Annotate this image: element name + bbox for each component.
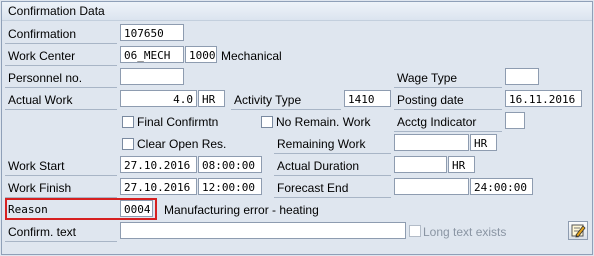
activity-type-label: Activity Type: [234, 93, 302, 107]
wage-type-field[interactable]: [505, 68, 539, 85]
work-finish-time-field[interactable]: 12:00:00: [198, 178, 262, 195]
work-center-description: Mechanical: [221, 49, 282, 63]
work-start-time-field[interactable]: 08:00:00: [198, 156, 262, 173]
clear-open-res-label: Clear Open Res.: [137, 137, 227, 151]
work-center-label: Work Center: [8, 49, 76, 63]
remaining-work-unit-field[interactable]: HR: [470, 134, 497, 151]
no-remain-work-label: No Remain. Work: [276, 115, 371, 129]
clear-open-res-checkbox[interactable]: [122, 138, 134, 150]
long-text-exists-checkbox: [409, 225, 421, 237]
work-center-field[interactable]: 06_MECH: [120, 46, 184, 63]
panel-title: Confirmation Data: [8, 4, 105, 18]
final-confirmation-label: Final Confirmtn: [137, 115, 219, 129]
confirmation-field: 107650: [120, 24, 184, 41]
reason-highlight-box: [5, 198, 157, 220]
remaining-work-field[interactable]: [394, 134, 469, 151]
actual-work-label: Actual Work: [8, 93, 73, 107]
acctg-indicator-label: Acctg Indicator: [397, 115, 477, 129]
work-start-label: Work Start: [8, 159, 65, 173]
forecast-end-label: Forecast End: [277, 181, 349, 195]
reason-description: Manufacturing error - heating: [164, 203, 319, 217]
actual-work-field[interactable]: 4.0: [120, 90, 197, 107]
plant-field[interactable]: 1000: [185, 46, 217, 63]
acctg-indicator-field[interactable]: [505, 112, 525, 129]
final-confirmation-checkbox[interactable]: [122, 116, 134, 128]
personnel-no-label: Personnel no.: [8, 71, 83, 85]
wage-type-label: Wage Type: [397, 71, 458, 85]
work-finish-date-field[interactable]: 27.10.2016: [120, 178, 197, 195]
actual-duration-unit-field[interactable]: HR: [448, 156, 475, 173]
long-text-exists-label: Long text exists: [423, 225, 507, 239]
forecast-end-time-field[interactable]: 24:00:00: [470, 178, 533, 195]
posting-date-field[interactable]: 16.11.2016: [505, 90, 582, 107]
forecast-end-date-field[interactable]: [394, 178, 469, 195]
work-start-date-field[interactable]: 27.10.2016: [120, 156, 197, 173]
confirmation-label: Confirmation: [8, 27, 77, 41]
confirm-text-label: Confirm. text: [8, 225, 77, 239]
actual-duration-field[interactable]: [394, 156, 447, 173]
personnel-no-field[interactable]: [120, 68, 184, 85]
posting-date-label: Posting date: [397, 93, 464, 107]
edit-long-text-button[interactable]: [568, 221, 588, 240]
confirmation-data-panel: Confirmation Data Confirmation 107650 Wo…: [1, 1, 593, 255]
remaining-work-label: Remaining Work: [277, 137, 366, 151]
work-finish-label: Work Finish: [8, 181, 72, 195]
actual-work-unit-field[interactable]: HR: [198, 90, 225, 107]
no-remain-work-checkbox[interactable]: [261, 116, 273, 128]
pencil-edit-icon: [571, 224, 586, 238]
confirm-text-field[interactable]: [120, 222, 406, 239]
panel-header: Confirmation Data: [2, 2, 592, 21]
actual-duration-label: Actual Duration: [277, 159, 360, 173]
activity-type-field[interactable]: 1410: [344, 90, 391, 107]
